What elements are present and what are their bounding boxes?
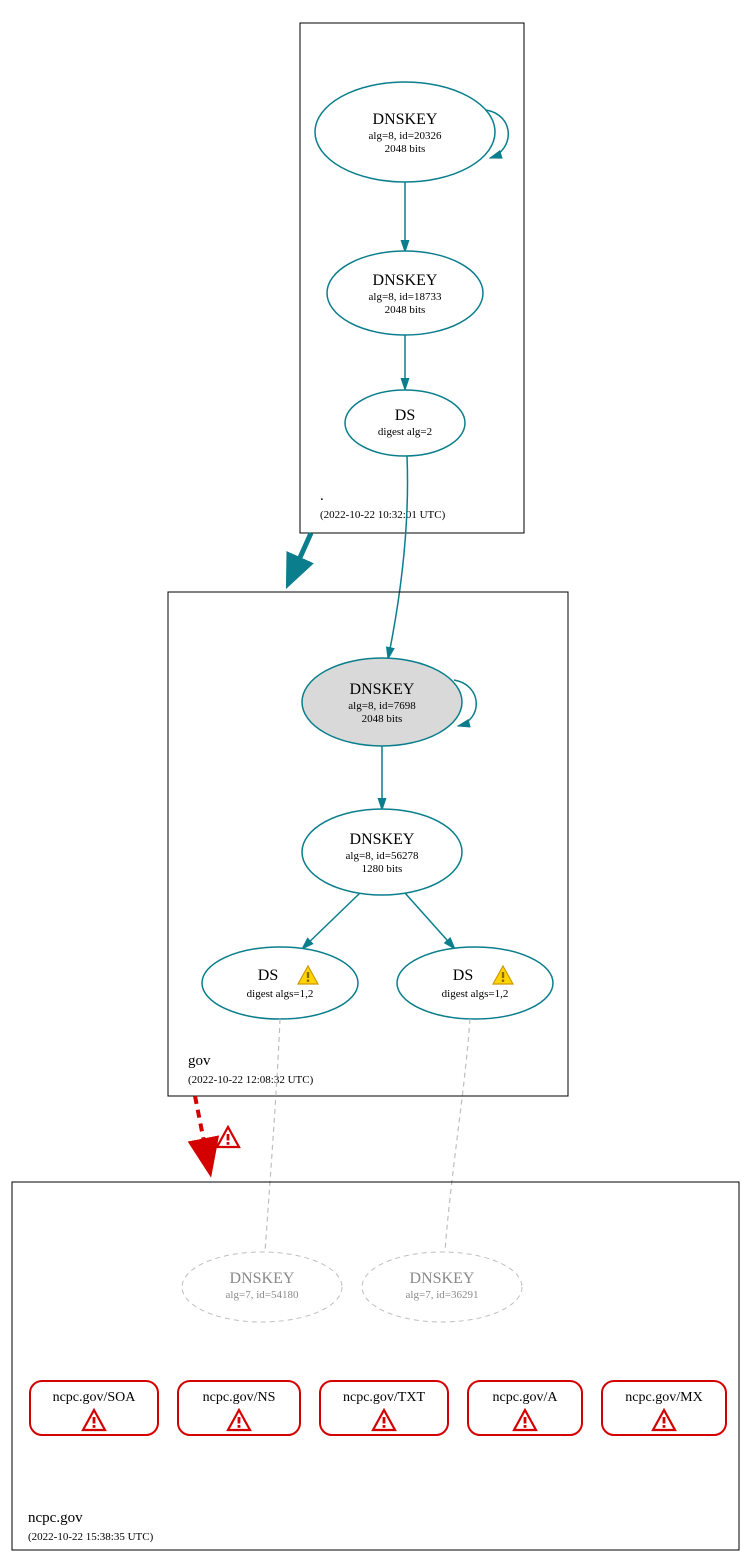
svg-text:ncpc.gov/A: ncpc.gov/A bbox=[493, 1390, 559, 1405]
edge-root-to-gov bbox=[290, 533, 311, 580]
svg-text:DNSKEY: DNSKEY bbox=[373, 272, 438, 289]
record-mx: ncpc.gov/MX bbox=[602, 1381, 726, 1435]
edge-ds2-ncpckey2 bbox=[445, 1019, 470, 1252]
node-root-ds: DS digest alg=2 bbox=[345, 390, 465, 456]
zone-root-timestamp: (2022-10-22 10:32:01 UTC) bbox=[320, 509, 446, 521]
node-gov-zsk: DNSKEY alg=8, id=56278 1280 bits bbox=[302, 809, 462, 895]
svg-text:DNSKEY: DNSKEY bbox=[373, 111, 438, 128]
svg-text:digest algs=1,2: digest algs=1,2 bbox=[247, 988, 314, 1000]
svg-text:alg=8, id=20326: alg=8, id=20326 bbox=[369, 130, 442, 142]
record-txt: ncpc.gov/TXT bbox=[320, 1381, 448, 1435]
svg-text:alg=8, id=56278: alg=8, id=56278 bbox=[346, 850, 419, 862]
svg-text:DNSKEY: DNSKEY bbox=[230, 1270, 295, 1287]
edge-gov-to-ncpc bbox=[195, 1096, 208, 1162]
node-gov-ksk: DNSKEY alg=8, id=7698 2048 bits bbox=[302, 658, 462, 746]
svg-text:ncpc.gov/MX: ncpc.gov/MX bbox=[625, 1390, 702, 1405]
record-a: ncpc.gov/A bbox=[468, 1381, 582, 1435]
zone-ncpc-label: ncpc.gov bbox=[28, 1510, 83, 1526]
svg-text:ncpc.gov/SOA: ncpc.gov/SOA bbox=[53, 1390, 137, 1405]
zone-root-label: . bbox=[320, 488, 324, 504]
node-gov-ds1: DS digest algs=1,2 bbox=[202, 947, 358, 1019]
svg-text:DS: DS bbox=[258, 967, 278, 984]
record-soa: ncpc.gov/SOA bbox=[30, 1381, 158, 1435]
zone-ncpc-timestamp: (2022-10-22 15:38:35 UTC) bbox=[28, 1531, 154, 1543]
edge-govzsk-ds2 bbox=[405, 893, 455, 949]
svg-text:alg=7, id=36291: alg=7, id=36291 bbox=[406, 1289, 479, 1301]
svg-text:alg=8, id=7698: alg=8, id=7698 bbox=[348, 700, 416, 712]
zone-gov-label: gov bbox=[188, 1053, 211, 1069]
svg-text:DS: DS bbox=[395, 407, 415, 424]
svg-text:DNSKEY: DNSKEY bbox=[350, 831, 415, 848]
node-ncpc-key1: DNSKEY alg=7, id=54180 bbox=[182, 1252, 342, 1322]
svg-text:2048 bits: 2048 bits bbox=[385, 143, 426, 155]
node-root-ksk: DNSKEY alg=8, id=20326 2048 bits bbox=[315, 82, 495, 182]
zone-ncpc-box bbox=[12, 1182, 739, 1550]
svg-text:2048 bits: 2048 bits bbox=[385, 304, 426, 316]
record-ns: ncpc.gov/NS bbox=[178, 1381, 300, 1435]
svg-text:alg=8, id=18733: alg=8, id=18733 bbox=[369, 291, 442, 303]
dnssec-graph: . (2022-10-22 10:32:01 UTC) DNSKEY alg=8… bbox=[0, 0, 751, 1563]
svg-text:alg=7, id=54180: alg=7, id=54180 bbox=[226, 1289, 299, 1301]
edge-govzsk-ds1 bbox=[302, 893, 360, 949]
zone-gov-timestamp: (2022-10-22 12:08:32 UTC) bbox=[188, 1074, 314, 1086]
svg-text:DNSKEY: DNSKEY bbox=[350, 681, 415, 698]
node-ncpc-key2: DNSKEY alg=7, id=36291 bbox=[362, 1252, 522, 1322]
node-gov-ds2: DS digest algs=1,2 bbox=[397, 947, 553, 1019]
edge-rootds-govksk bbox=[388, 456, 408, 659]
svg-text:DS: DS bbox=[453, 967, 473, 984]
svg-text:ncpc.gov/NS: ncpc.gov/NS bbox=[203, 1390, 276, 1405]
node-root-zsk: DNSKEY alg=8, id=18733 2048 bits bbox=[327, 251, 483, 335]
edge-ds1-ncpckey1 bbox=[265, 1019, 280, 1252]
svg-text:DNSKEY: DNSKEY bbox=[410, 1270, 475, 1287]
svg-text:1280 bits: 1280 bits bbox=[362, 863, 403, 875]
svg-text:digest algs=1,2: digest algs=1,2 bbox=[442, 988, 509, 1000]
error-icon bbox=[217, 1127, 239, 1147]
svg-text:ncpc.gov/TXT: ncpc.gov/TXT bbox=[343, 1390, 425, 1405]
svg-text:2048 bits: 2048 bits bbox=[362, 713, 403, 725]
svg-text:digest alg=2: digest alg=2 bbox=[378, 426, 432, 438]
